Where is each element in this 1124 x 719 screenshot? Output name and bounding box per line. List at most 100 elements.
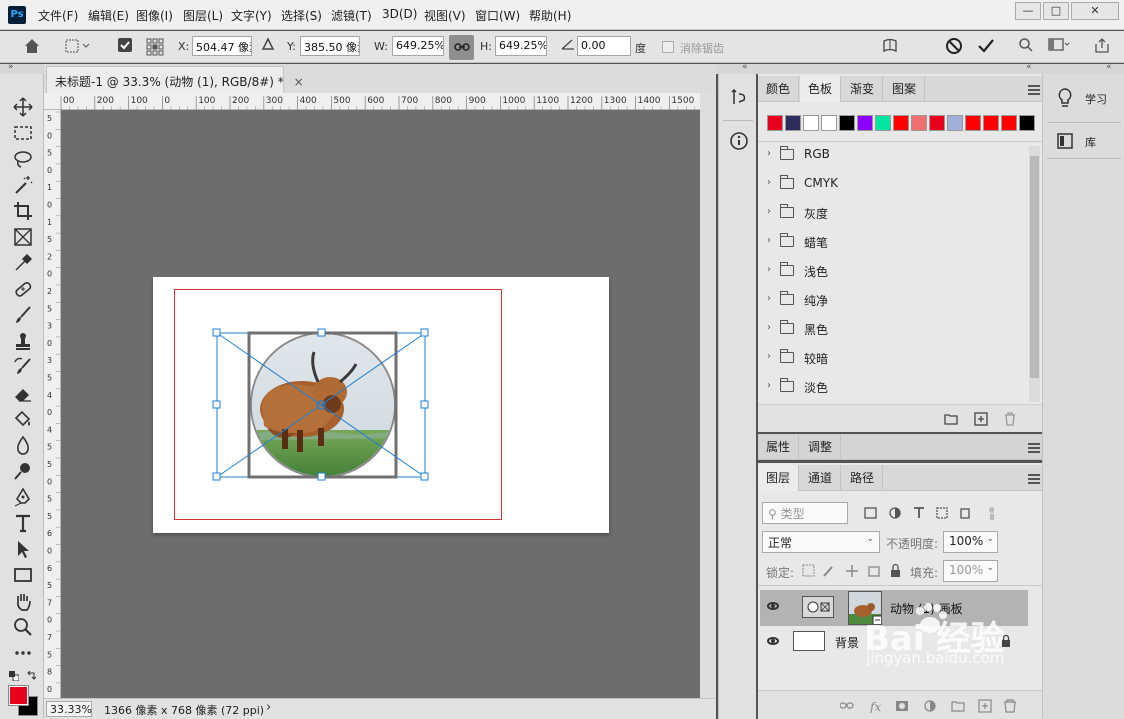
- menu-window[interactable]: 窗口(W): [475, 7, 520, 24]
- reference-point-grid-icon[interactable]: [145, 37, 165, 57]
- info-panel-icon[interactable]: [728, 130, 750, 152]
- rectangle-tool-icon[interactable]: [12, 564, 34, 586]
- menu-select[interactable]: 选择(S): [281, 7, 322, 24]
- path-selection-tool-icon[interactable]: [12, 538, 34, 560]
- lock-icons[interactable]: [802, 563, 906, 579]
- home-icon[interactable]: [22, 37, 42, 57]
- transform-bounding-box[interactable]: [211, 327, 433, 483]
- new-group-folder-icon[interactable]: [944, 413, 958, 425]
- folder-darker[interactable]: › 较暗: [760, 344, 1028, 373]
- color-swatch[interactable]: [839, 115, 855, 131]
- swatches-scroll-thumb[interactable]: [1030, 156, 1039, 378]
- share-icon[interactable]: [1092, 37, 1112, 57]
- layer-name[interactable]: 背景: [835, 634, 859, 651]
- tab-layers[interactable]: 图层: [758, 465, 800, 491]
- tab-patterns[interactable]: 图案: [884, 76, 926, 102]
- color-swatch[interactable]: [785, 115, 801, 131]
- crop-tool-icon[interactable]: [12, 200, 34, 222]
- pen-tool-icon[interactable]: [12, 486, 34, 508]
- learn-panel-button[interactable]: 学习: [1047, 79, 1121, 117]
- minimize-button[interactable]: —: [1015, 2, 1041, 20]
- layer-filter-select[interactable]: ⚲ 类型: [762, 502, 848, 524]
- dodge-tool-icon[interactable]: [12, 460, 34, 482]
- maximize-button[interactable]: □: [1043, 2, 1069, 20]
- y-position-field[interactable]: 385.50 像素: [300, 36, 360, 56]
- antialias-checkbox[interactable]: [662, 41, 674, 53]
- vertical-ruler[interactable]: 5 0 5 0 1 0 1 5 2 0 2 5 3 0 3 5 4 0 4 5 5 0 5 5 6 0 6 5 7 0 7 5 8 0: [44, 110, 61, 698]
- workspace-icon[interactable]: [1046, 37, 1072, 57]
- tab-color[interactable]: 颜色: [758, 76, 800, 102]
- folder-pastel[interactable]: › 蜡笔: [760, 228, 1028, 257]
- status-menu-arrow-icon[interactable]: ›: [266, 700, 271, 715]
- color-swatch[interactable]: [875, 115, 891, 131]
- collapse-dock-icon[interactable]: «: [1106, 62, 1112, 72]
- menu-view[interactable]: 视图(V): [424, 7, 466, 24]
- menu-3d[interactable]: 3D(D): [382, 7, 417, 21]
- blend-mode-select[interactable]: 正常 ⌄: [762, 531, 880, 553]
- visibility-eye-icon[interactable]: [767, 637, 779, 645]
- menu-file[interactable]: 文件(F): [38, 7, 78, 24]
- delta-icon[interactable]: [258, 37, 278, 57]
- default-colors-icon[interactable]: [9, 670, 20, 682]
- reference-point-checkbox-icon[interactable]: [115, 37, 135, 57]
- swatches-panel-menu-icon[interactable]: [1028, 85, 1040, 95]
- color-swatch[interactable]: [767, 115, 783, 131]
- visibility-eye-icon[interactable]: [767, 602, 779, 610]
- close-window-button[interactable]: ✕: [1071, 2, 1119, 20]
- lasso-tool-icon[interactable]: [12, 148, 34, 170]
- color-swatch[interactable]: [893, 115, 909, 131]
- layer-actions-icons[interactable]: fx: [840, 699, 1020, 713]
- horizontal-ruler[interactable]: 00 200 100 0 100 200 300 400 500 600 700 800 900 1000…: [44, 93, 700, 110]
- collapse-icons-icon[interactable]: «: [742, 62, 748, 72]
- zoom-tool-icon[interactable]: [12, 616, 34, 638]
- warp-icon[interactable]: [880, 37, 900, 57]
- menu-help[interactable]: 帮助(H): [529, 7, 571, 24]
- cancel-transform-icon[interactable]: [944, 37, 964, 57]
- angle-field[interactable]: 0.00: [577, 36, 631, 56]
- tab-channels[interactable]: 通道: [800, 465, 842, 491]
- tab-gradients[interactable]: 渐变: [842, 76, 884, 102]
- tab-adjustments[interactable]: 调整: [800, 434, 842, 460]
- eyedropper-tool-icon[interactable]: [12, 252, 34, 274]
- color-swatch[interactable]: [965, 115, 981, 131]
- vertical-scrollbar[interactable]: [700, 93, 716, 698]
- eraser-tool-icon[interactable]: [12, 382, 34, 404]
- swap-colors-icon[interactable]: [26, 670, 37, 680]
- marquee-tool-icon[interactable]: [12, 122, 34, 144]
- new-swatch-icon[interactable]: [974, 412, 988, 426]
- color-swatch[interactable]: [857, 115, 873, 131]
- tab-properties[interactable]: 属性: [758, 434, 800, 460]
- tab-paths[interactable]: 路径: [842, 465, 884, 491]
- search-icon[interactable]: [1016, 37, 1036, 57]
- width-field[interactable]: 649.25%: [392, 36, 444, 56]
- blur-tool-icon[interactable]: [12, 434, 34, 456]
- menu-filter[interactable]: 滤镜(T): [331, 7, 372, 24]
- library-panel-button[interactable]: 库: [1047, 127, 1121, 157]
- hand-tool-icon[interactable]: [12, 590, 34, 612]
- menu-edit[interactable]: 编辑(E): [88, 7, 129, 24]
- folder-rgb[interactable]: › RGB: [760, 141, 1028, 170]
- clone-stamp-tool-icon[interactable]: [12, 330, 34, 352]
- color-swatch[interactable]: [983, 115, 999, 131]
- menu-type[interactable]: 文字(Y): [231, 7, 272, 24]
- swatches-scrollbar[interactable]: [1029, 146, 1040, 402]
- tab-swatches[interactable]: 色板: [800, 76, 842, 102]
- commit-transform-icon[interactable]: [976, 37, 996, 57]
- folder-grayscale[interactable]: › 灰度: [760, 199, 1028, 228]
- folder-cmyk[interactable]: › CMYK: [760, 170, 1028, 199]
- collapse-panels-icon[interactable]: «: [1026, 62, 1032, 72]
- link-proportions-icon[interactable]: [449, 35, 474, 60]
- healing-brush-tool-icon[interactable]: [12, 278, 34, 300]
- history-brush-tool-icon[interactable]: [12, 356, 34, 378]
- color-swatch[interactable]: [911, 115, 927, 131]
- delete-swatch-icon[interactable]: [1003, 412, 1017, 426]
- frame-tool-icon[interactable]: [12, 226, 34, 248]
- menu-image[interactable]: 图像(I): [136, 7, 173, 24]
- history-panel-icon[interactable]: [728, 86, 750, 108]
- foreground-color-swatch[interactable]: [8, 685, 29, 706]
- properties-panel-menu-icon[interactable]: [1028, 443, 1040, 453]
- more-tools-icon[interactable]: [12, 642, 34, 664]
- expand-toolbar-icon[interactable]: »: [8, 62, 14, 72]
- folder-pure[interactable]: › 纯净: [760, 286, 1028, 315]
- paint-bucket-tool-icon[interactable]: [12, 408, 34, 430]
